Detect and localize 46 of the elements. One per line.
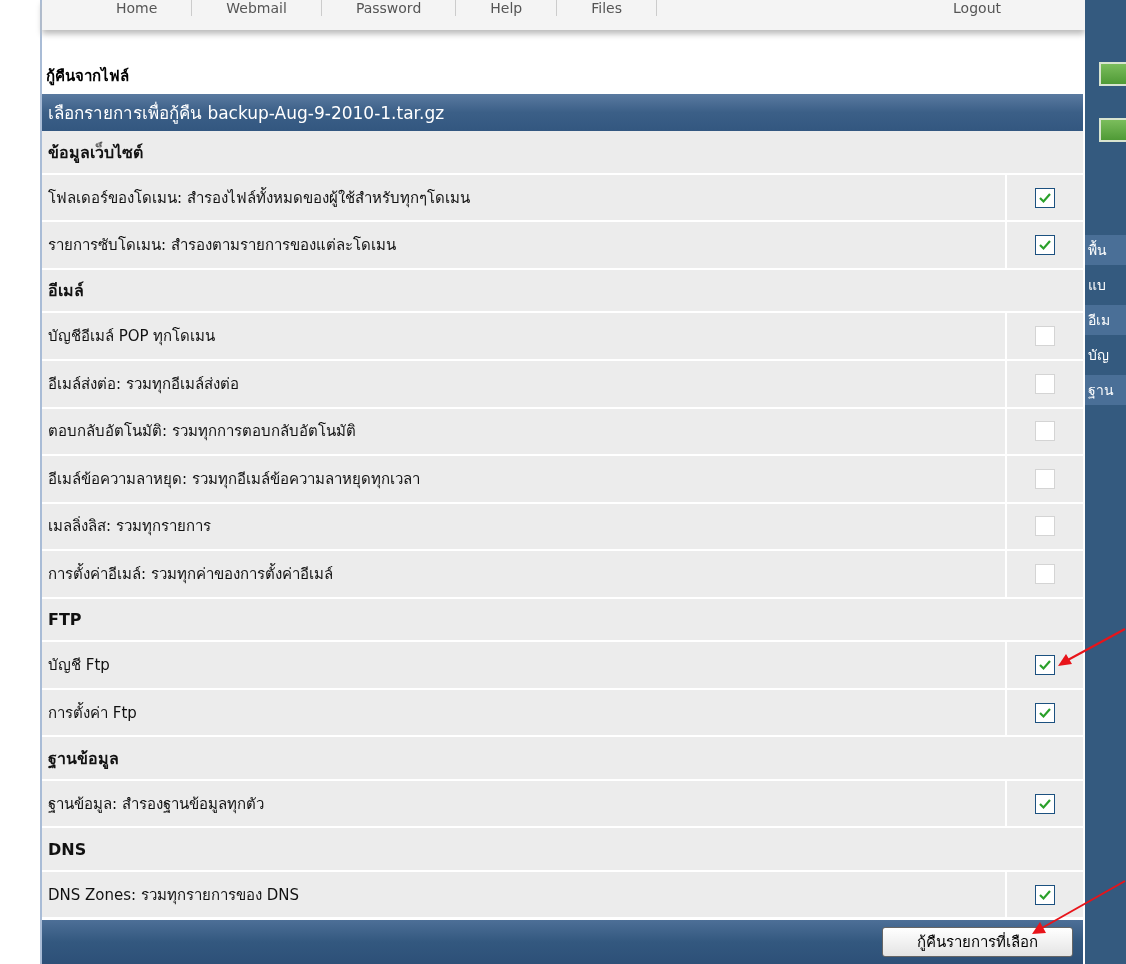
sidebar-button[interactable] [1099,118,1126,142]
option-label: บัญชีอีเมล์ POP ทุกโดเมน [47,326,217,348]
section-heading: FTP [47,608,83,631]
sidebar-item[interactable]: ฐาน [1085,375,1126,405]
checkbox[interactable] [1035,235,1055,256]
option-label: โฟลเดอร์ของโดเมน: สำรองไฟล์ทั้งหมดของผู้ใช้สำหรับทุกๆโดเมน [47,186,471,210]
option-label: อีเมล์ข้อความลาหยุด: รวมทุกอีเมล์ข้อความลาหยุดทุกเวลา [47,468,421,491]
checkbox[interactable] [1035,655,1055,675]
checkmark-icon [1038,888,1052,901]
section-heading: อีเมล์ [47,280,85,303]
pointer-arrow [1056,628,1126,668]
option-label: การตั้งค่า Ftp [47,701,138,724]
option-label: บัญชี Ftp [47,655,111,676]
checkbox[interactable] [1035,793,1055,814]
checkbox[interactable] [1035,187,1055,208]
nav-link[interactable]: Webmail [192,0,322,16]
section-heading: DNS [47,838,88,861]
sidebar-item[interactable]: แบ [1085,270,1126,300]
option-label: เมลลิ่งลิส: รวมทุกรายการ [47,515,212,538]
option-label: อีเมล์ส่งต่อ: รวมทุกอีเมล์ส่งต่อ [47,373,240,396]
section-heading: ข้อมูลเว็บไซต์ [47,140,144,165]
option-label: รายการซับโดเมน: สำรองตามรายการของแต่ละโดเมน [47,235,397,257]
restore-button[interactable]: กู้คืนรายการที่เลือก [882,927,1073,958]
option-label: ฐานข้อมูล: สำรองฐานข้อมูลทุกตัว [47,793,265,816]
checkbox[interactable] [1035,702,1055,723]
checkmark-icon [1038,659,1052,671]
section-heading: ฐานข้อมูล [47,747,120,771]
checkbox[interactable] [1035,884,1055,905]
nav-link[interactable]: Logout [919,0,1035,16]
checkmark-icon [1038,191,1052,204]
page-title: กู้คืนจากไฟล์ [46,65,130,88]
option-label: ตอบกลับอัตโนมัติ: รวมทุกการตอบกลับอัตโนมัติ [47,421,357,443]
sidebar-item[interactable]: อีเม [1085,305,1126,335]
nav-link[interactable]: Home [82,0,193,16]
checkmark-icon [1038,706,1052,719]
sidebar-item[interactable]: บัญ [1085,340,1126,370]
nav-link[interactable]: Password [321,0,457,16]
sidebar-item[interactable]: พื้น [1085,235,1126,265]
sidebar-button[interactable] [1099,62,1126,86]
checkmark-icon [1038,797,1052,810]
nav-link[interactable]: Help [456,0,558,16]
nav-link[interactable]: Files [557,0,657,16]
checkmark-icon [1038,239,1052,252]
option-label: DNS Zones: รวมทุกรายการของ DNS [47,884,300,907]
option-label: การตั้งค่าอีเมล์: รวมทุกค่าของการตั้งค่าอีเมล์ [47,562,334,586]
table-header: เลือกรายการเพื่อกู้คืน backup-Aug-9-2010-1.tar.gz [42,93,1083,132]
